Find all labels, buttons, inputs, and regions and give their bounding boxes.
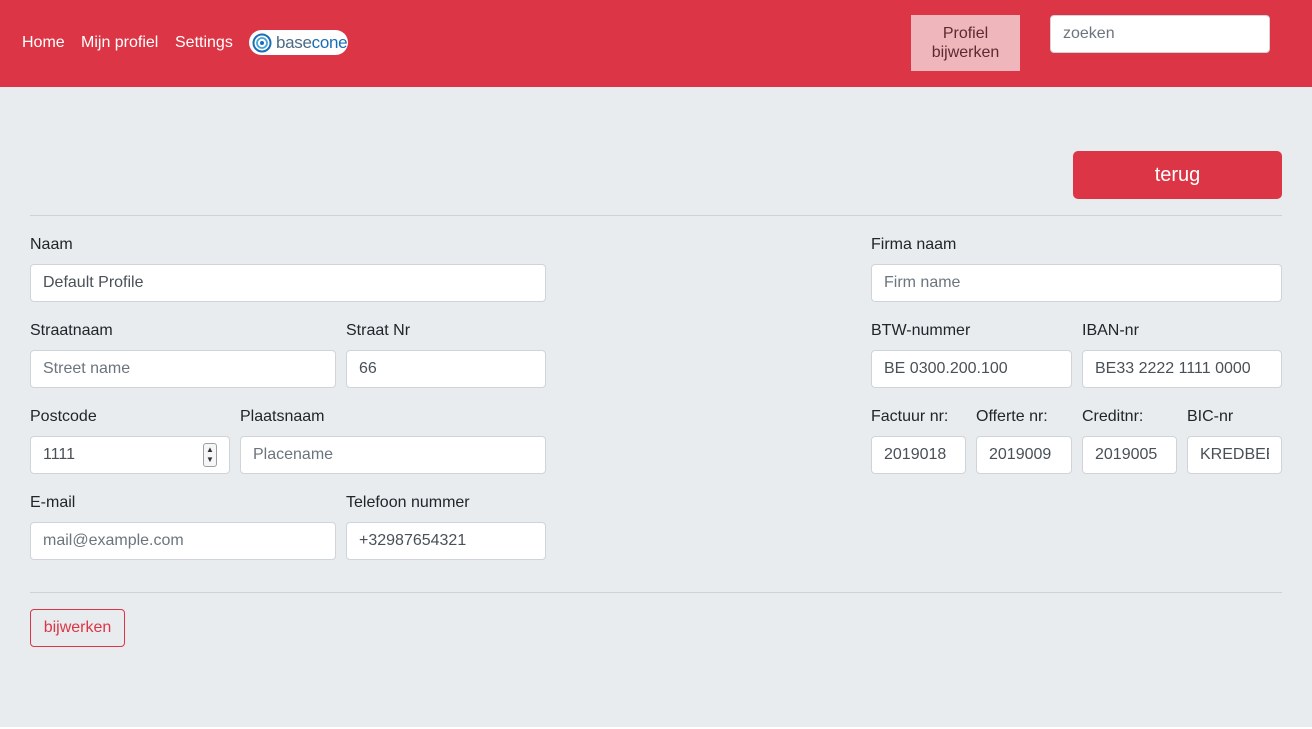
invoice-nr-input[interactable] [871,436,966,474]
bic-input[interactable] [1187,436,1282,474]
email-label: E-mail [30,494,76,511]
street-label: Straatnaam [30,322,113,339]
postcode-input[interactable] [30,436,230,474]
back-button[interactable]: terug [1073,151,1282,199]
top-navbar: Home Mijn profiel Settings basecone Prof… [0,0,1312,87]
stepper-down-icon[interactable]: ▼ [206,455,214,465]
place-label: Plaatsnaam [240,408,325,425]
invoice-nr-label: Factuur nr: [871,408,949,425]
street-nr-input[interactable] [346,350,546,388]
search-input[interactable] [1050,15,1270,53]
divider-top [30,215,1282,216]
iban-label: IBAN-nr [1082,322,1139,339]
update-button[interactable]: bijwerken [30,609,125,647]
main-content: terug Naam Straatnaam Straat Nr Postcode… [0,87,1312,727]
street-nr-label: Straat Nr [346,322,411,339]
credit-nr-label: Creditnr: [1082,408,1144,425]
quote-nr-input[interactable] [976,436,1072,474]
bic-label: BIC-nr [1187,408,1234,425]
nav-profile-link[interactable]: Mijn profiel [81,34,158,52]
phone-label: Telefoon nummer [346,494,470,511]
basecone-logo[interactable]: basecone [249,30,348,55]
email-input[interactable] [30,522,336,560]
vat-label: BTW-nummer [871,322,971,339]
divider-bottom [30,592,1282,593]
postcode-stepper[interactable]: ▲ ▼ [203,443,217,467]
iban-input[interactable] [1082,350,1282,388]
place-input[interactable] [240,436,546,474]
basecone-swirl-icon [252,33,272,52]
postcode-label: Postcode [30,408,97,425]
name-input[interactable] [30,264,546,302]
firm-label: Firma naam [871,236,957,253]
firm-input[interactable] [871,264,1282,302]
brand-text: basecone [276,32,348,52]
nav-settings-link[interactable]: Settings [175,34,233,52]
stepper-up-icon[interactable]: ▲ [206,445,214,455]
vat-input[interactable] [871,350,1072,388]
phone-input[interactable] [346,522,546,560]
update-profile-button[interactable]: Profiel bijwerken [911,15,1020,71]
name-label: Naam [30,236,73,253]
credit-nr-input[interactable] [1082,436,1177,474]
street-input[interactable] [30,350,336,388]
nav-home-link[interactable]: Home [22,34,65,52]
quote-nr-label: Offerte nr: [976,408,1048,425]
